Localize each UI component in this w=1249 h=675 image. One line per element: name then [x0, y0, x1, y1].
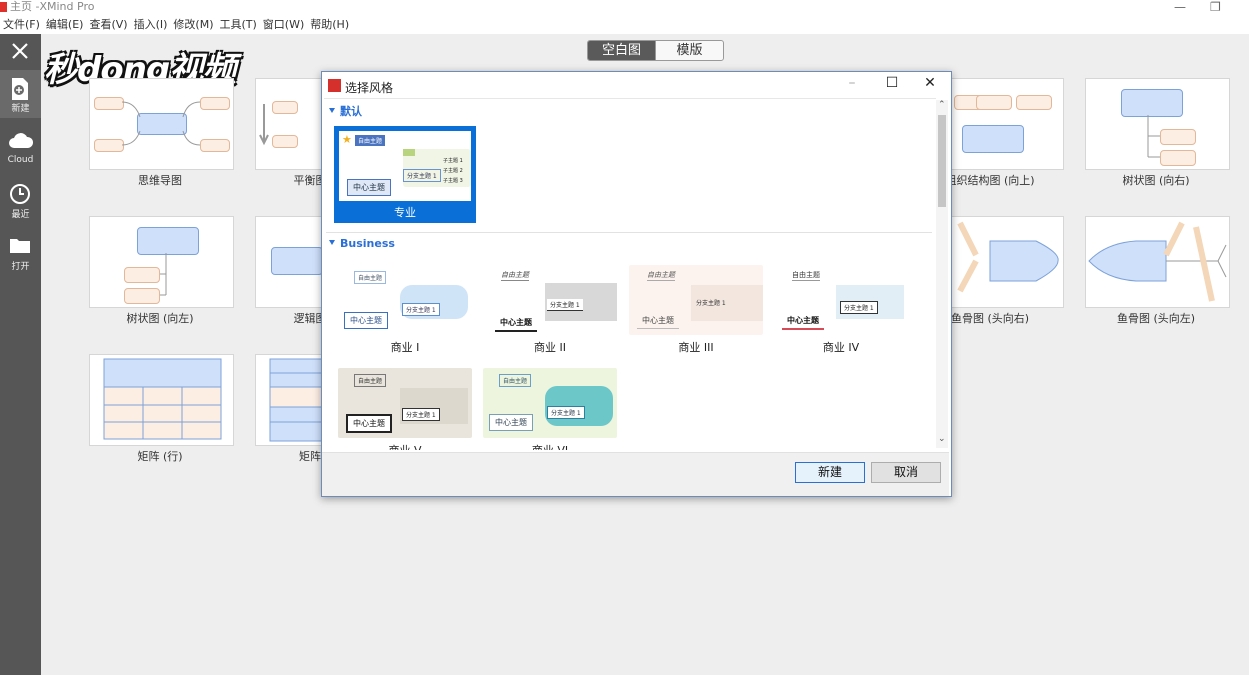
star-icon: ★ — [342, 133, 352, 146]
menu-insert[interactable]: 插入(I) — [131, 16, 171, 34]
create-button[interactable]: 新建 — [795, 462, 865, 483]
menu-window[interactable]: 窗口(W) — [260, 16, 307, 34]
style-label: 商业 I — [390, 341, 420, 354]
close-icon[interactable] — [0, 34, 41, 68]
style-professional[interactable]: ★ 自由主题 分支主题 1 子主题 1 子主题 2 子主题 3 中心主题 专业 — [334, 126, 476, 223]
card-fishbone-right[interactable] — [945, 216, 1064, 308]
xmind-logo-icon — [0, 2, 7, 12]
sidebar-item-open[interactable]: 打开 — [0, 228, 41, 276]
style-business-1[interactable]: 自由主题 分支主题 1 中心主题 — [338, 265, 472, 335]
view-toggle: 空白图 模版 — [587, 40, 724, 61]
menu-file[interactable]: 文件(F) — [0, 16, 43, 34]
card-tree-right[interactable] — [1085, 78, 1230, 170]
menu-edit[interactable]: 编辑(E) — [43, 16, 87, 34]
collapse-arrow-icon — [329, 108, 335, 113]
card-tree-left[interactable] — [89, 216, 234, 308]
style-business-4[interactable]: 自由主题 分支主题 1 中心主题 — [774, 265, 908, 335]
sidebar-item-new[interactable]: 新建 — [0, 70, 41, 118]
scrollbar-thumb[interactable] — [938, 115, 946, 207]
scroll-down-icon[interactable]: ⌄ — [938, 434, 946, 444]
style-business-5[interactable]: 自由主题 分支主题 1 中心主题 — [338, 368, 472, 438]
style-label: 商业 III — [678, 341, 714, 354]
section-header-business[interactable]: Business — [329, 237, 395, 250]
style-label: 商业 II — [534, 341, 566, 354]
card-org-chart-up[interactable] — [945, 78, 1064, 170]
style-business-2[interactable]: 自由主题 分支主题 1 中心主题 — [483, 265, 617, 335]
collapse-arrow-icon — [329, 240, 335, 245]
sidebar-item-cloud[interactable]: Cloud — [0, 124, 41, 172]
cancel-button[interactable]: 取消 — [871, 462, 941, 483]
sidebar-item-label: 打开 — [11, 262, 30, 272]
xmind-logo-icon — [328, 79, 341, 92]
card-fishbone-left[interactable] — [1085, 216, 1230, 308]
dialog-close-button[interactable]: ✕ — [920, 75, 940, 91]
menu-view[interactable]: 查看(V) — [86, 16, 130, 34]
style-label: 专业 — [394, 206, 416, 219]
window-title: 主页 -XMind Pro — [10, 0, 95, 13]
choose-style-dialog: 选择风格 – ☐ ✕ 默认 ★ 自由主题 分支主题 1 子主题 1 子主题 2 … — [321, 71, 952, 497]
restore-icon[interactable]: ❐ — [1210, 0, 1221, 14]
dialog-minimize-button[interactable]: – — [842, 75, 862, 91]
card-label: 树状图 (向右) — [1122, 174, 1190, 187]
minimize-icon[interactable]: — — [1174, 0, 1186, 14]
sidebar-item-label: 最近 — [11, 210, 30, 220]
style-business-6[interactable]: 自由主题 分支主题 1 中心主题 — [483, 368, 617, 438]
menu-modify[interactable]: 修改(M) — [170, 16, 216, 34]
card-matrix[interactable] — [255, 354, 327, 446]
style-label: 商业 IV — [822, 341, 860, 354]
dialog-title: 选择风格 — [345, 81, 394, 95]
card-balance-map[interactable] — [255, 78, 327, 170]
card-mind-map[interactable] — [89, 78, 234, 170]
menu-tools[interactable]: 工具(T) — [216, 16, 259, 34]
section-header-default[interactable]: 默认 — [329, 103, 362, 119]
card-logic-chart[interactable] — [255, 216, 327, 308]
card-label: 鱼骨图 (头向左) — [1116, 312, 1196, 325]
card-matrix-row[interactable] — [89, 354, 234, 446]
clock-icon — [10, 184, 30, 204]
folder-icon — [10, 239, 30, 253]
menu-help[interactable]: 帮助(H) — [307, 16, 352, 34]
dialog-maximize-button[interactable]: ☐ — [882, 75, 902, 91]
style-business-3[interactable]: 自由主题 分支主题 1 中心主题 — [629, 265, 763, 335]
title-bar: 主页 -XMind Pro — ❐ — [0, 0, 1249, 16]
new-file-icon — [12, 78, 28, 100]
sidebar-item-label: 新建 — [11, 104, 30, 114]
sidebar-item-recent[interactable]: 最近 — [0, 176, 41, 224]
menu-bar: 文件(F) 编辑(E) 查看(V) 插入(I) 修改(M) 工具(T) 窗口(W… — [0, 16, 1249, 34]
tab-template[interactable]: 模版 — [655, 41, 723, 60]
cloud-icon — [9, 133, 34, 148]
scroll-up-icon[interactable]: ⌃ — [938, 100, 946, 110]
sidebar-item-label: Cloud — [7, 155, 34, 165]
tab-blank-map[interactable]: 空白图 — [588, 41, 655, 60]
sidebar: 新建 Cloud 最近 打开 — [0, 34, 41, 675]
